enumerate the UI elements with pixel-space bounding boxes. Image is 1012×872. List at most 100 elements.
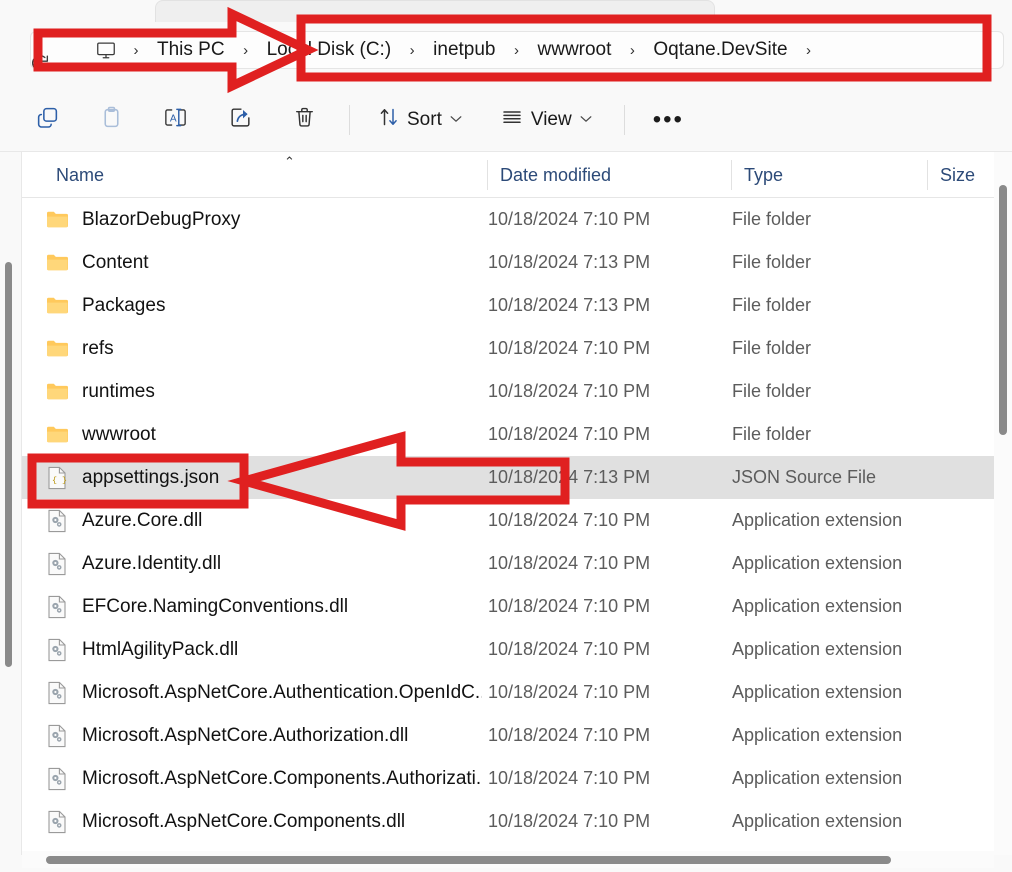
see-more-button[interactable]: ••• <box>645 100 692 140</box>
file-list: BlazorDebugProxy 10/18/2024 7:10 PM File f… <box>22 198 1012 855</box>
breadcrumb-separator-2: › <box>409 41 415 59</box>
sort-label: Sort <box>407 108 442 130</box>
folder-icon <box>44 293 70 319</box>
file-date-modified: 10/18/2024 7:10 PM <box>488 811 651 831</box>
breadcrumb-separator-1: › <box>243 41 249 59</box>
sort-button[interactable]: Sort <box>370 100 470 140</box>
json-glyph: { } <box>48 466 67 489</box>
breadcrumb-item-oqtane-devsite[interactable]: Oqtane.DevSite <box>645 35 795 65</box>
breadcrumb-separator-3: › <box>514 41 519 59</box>
file-type: Application extension <box>732 639 903 659</box>
file-type: Application extension <box>732 768 903 788</box>
table-row[interactable]: refs 10/18/2024 7:10 PM File folder <box>22 327 1012 370</box>
ellipsis-icon: ••• <box>652 105 684 133</box>
file-type: File folder <box>732 338 812 358</box>
table-row[interactable]: EFCore.NamingConventions.dll 10/18/2024 7… <box>22 585 1012 628</box>
copy-button[interactable] <box>26 100 68 140</box>
column-header-name[interactable]: Name ⌃ <box>44 152 488 198</box>
table-row[interactable]: wwwroot 10/18/2024 7:10 PM File folder <box>22 413 1012 456</box>
tab-strip <box>0 0 1012 22</box>
file-list-horizontal-scrollbar[interactable] <box>22 851 994 868</box>
table-row[interactable]: Microsoft.AspNetCore.Authentication.Open… <box>22 671 1012 714</box>
folder-glyph <box>47 426 68 443</box>
file-date-modified: 10/18/2024 7:10 PM <box>488 596 651 616</box>
file-date-modified: 10/18/2024 7:13 PM <box>488 295 651 315</box>
dll-file-icon <box>44 723 70 749</box>
sort-ascending-icon: ⌃ <box>284 154 295 169</box>
vertical-scrollbar-thumb[interactable] <box>999 185 1007 435</box>
file-type: JSON Source File <box>732 467 877 487</box>
folder-icon <box>44 379 70 405</box>
share-icon <box>228 105 253 135</box>
file-type: Application extension <box>732 510 903 530</box>
paste-icon <box>99 105 124 135</box>
column-header-type-label: Type <box>744 164 784 185</box>
table-row[interactable]: HtmlAgilityPack.dll 10/18/2024 7:10 PM App… <box>22 628 1012 671</box>
column-header-row: Name ⌃ Date modified Type Size <box>22 152 1012 198</box>
file-type: File folder <box>732 252 812 272</box>
file-date-modified: 10/18/2024 7:10 PM <box>488 338 651 358</box>
file-name: Microsoft.AspNetCore.Components.dll <box>82 810 406 832</box>
file-type: Application extension <box>732 682 903 702</box>
navigation-pane-scrollbar[interactable] <box>5 262 12 667</box>
table-row[interactable]: Packages 10/18/2024 7:13 PM File folder <box>22 284 1012 327</box>
table-row[interactable]: Microsoft.AspNetCore.Components.dll 10/18… <box>22 800 1012 843</box>
file-type: File folder <box>732 209 812 229</box>
file-date-modified: 10/18/2024 7:13 PM <box>488 252 651 272</box>
table-row[interactable]: Microsoft.AspNetCore.Components.Authoriz… <box>22 757 1012 800</box>
file-date-modified: 10/18/2024 7:10 PM <box>488 209 651 229</box>
dll-glyph <box>48 509 66 532</box>
breadcrumb-item-this-pc[interactable]: This PC <box>149 35 233 65</box>
folder-icon <box>44 207 70 233</box>
rename-button[interactable]: A <box>154 100 197 140</box>
horizontal-scrollbar-thumb[interactable] <box>46 856 891 864</box>
paste-button[interactable] <box>90 100 132 140</box>
table-row[interactable]: Microsoft.AspNetCore.Authorization.dll 10… <box>22 714 1012 757</box>
file-type: File folder <box>732 295 812 315</box>
file-date-modified: 10/18/2024 7:10 PM <box>488 725 651 745</box>
address-bar: › This PC › Local Disk (C:) › inetpub › … <box>0 22 1012 78</box>
breadcrumb-separator-0: › <box>133 41 139 59</box>
file-name: Azure.Core.dll <box>82 509 203 531</box>
file-list-vertical-scrollbar[interactable] <box>994 152 1012 855</box>
table-row[interactable]: Content 10/18/2024 7:13 PM File folder <box>22 241 1012 284</box>
command-bar: A Sort View ••• <box>0 88 1012 152</box>
table-row[interactable]: Azure.Identity.dll 10/18/2024 7:10 PM Appl… <box>22 542 1012 585</box>
table-row[interactable]: runtimes 10/18/2024 7:10 PM File folder <box>22 370 1012 413</box>
breadcrumb[interactable]: › This PC › Local Disk (C:) › inetpub › … <box>30 31 1004 69</box>
file-date-modified: 10/18/2024 7:10 PM <box>488 682 651 702</box>
delete-button[interactable] <box>283 100 325 140</box>
share-button[interactable] <box>219 100 261 140</box>
dll-file-icon <box>44 594 70 620</box>
view-button[interactable]: View <box>492 100 600 140</box>
breadcrumb-item-inetpub[interactable]: inetpub <box>425 35 503 65</box>
file-name: Microsoft.AspNetCore.Components.Authoriz… <box>82 767 482 789</box>
file-type: Application extension <box>732 596 903 616</box>
breadcrumb-item-local-disk-c[interactable]: Local Disk (C:) <box>259 35 400 65</box>
file-type: Application extension <box>732 811 903 831</box>
table-row[interactable]: { } appsettings.json 10/18/2024 7:13 PM JSO… <box>22 456 1012 499</box>
folder-glyph <box>47 383 68 400</box>
file-date-modified: 10/18/2024 7:10 PM <box>488 424 651 444</box>
file-date-modified: 10/18/2024 7:10 PM <box>488 381 651 401</box>
column-header-date-modified[interactable]: Date modified <box>488 152 732 198</box>
this-pc-monitor-icon <box>89 39 123 61</box>
table-row[interactable]: Azure.Core.dll 10/18/2024 7:10 PM Applicat… <box>22 499 1012 542</box>
breadcrumb-item-wwwroot[interactable]: wwwroot <box>530 35 620 65</box>
breadcrumb-separator-4: › <box>629 41 635 59</box>
sort-arrows-icon <box>378 105 400 134</box>
file-name: wwwroot <box>82 423 156 445</box>
command-separator-1 <box>349 104 350 135</box>
table-row[interactable]: BlazorDebugProxy 10/18/2024 7:10 PM File f… <box>22 198 1012 241</box>
navigation-pane <box>0 152 22 855</box>
dll-file-icon <box>44 508 70 534</box>
explorer-tab[interactable] <box>155 0 715 22</box>
folder-icon <box>44 250 70 276</box>
folder-glyph <box>47 340 68 357</box>
column-header-type[interactable]: Type <box>732 152 928 198</box>
file-name: Microsoft.AspNetCore.Authentication.Open… <box>82 681 482 703</box>
refresh-icon[interactable] <box>27 50 53 76</box>
file-name: HtmlAgilityPack.dll <box>82 638 239 660</box>
dll-glyph <box>48 810 66 833</box>
dll-file-icon <box>44 766 70 792</box>
